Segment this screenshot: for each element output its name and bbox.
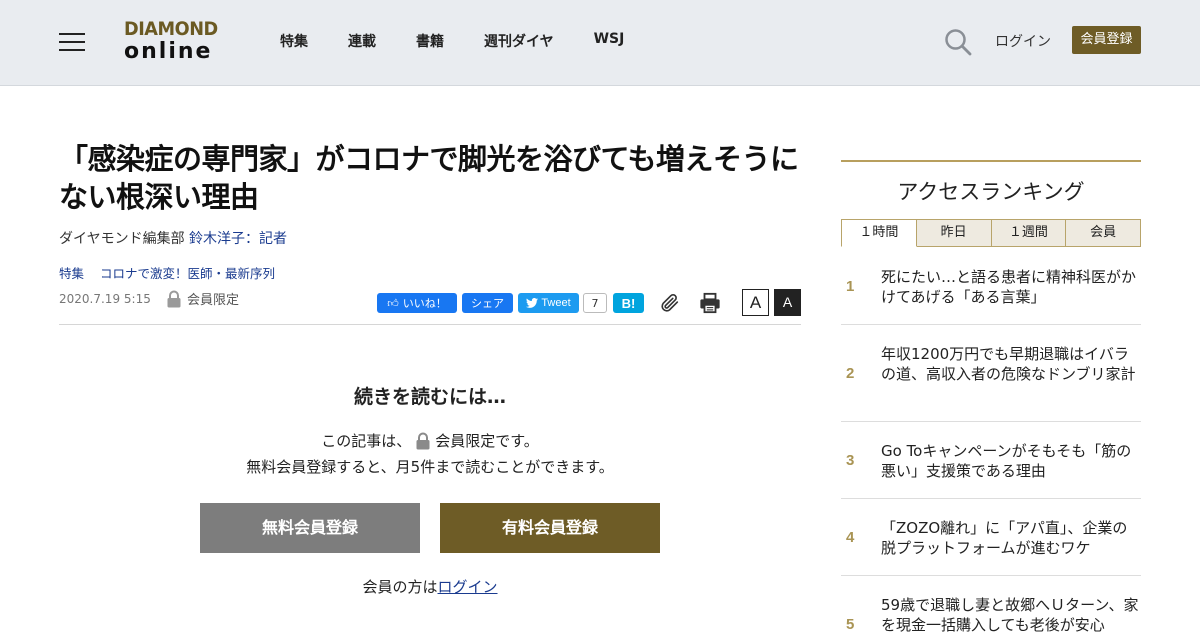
free-register-button[interactable]: 無料会員登録 xyxy=(200,503,420,553)
rank-headline[interactable]: 死にたい…と語る患者に精神科医がかけてあげる「ある言葉」 xyxy=(881,267,1141,324)
member-login-prefix: 会員の方は xyxy=(362,578,438,596)
rank-number: 1 xyxy=(846,278,855,295)
search-icon[interactable] xyxy=(944,28,972,56)
tweet-button[interactable]: Tweet xyxy=(518,293,579,313)
ranking-tabs: １時間 昨日 １週間 会員 xyxy=(841,219,1141,247)
ranking-tab-hour[interactable]: １時間 xyxy=(841,219,917,247)
twitter-bird-icon xyxy=(526,298,539,308)
rank-number: 4 xyxy=(846,529,855,546)
ranking-tab-week[interactable]: １週間 xyxy=(991,219,1067,247)
tag-series[interactable]: コロナで激変！医師・最新序列 xyxy=(100,266,275,281)
facebook-share-button[interactable]: シェア xyxy=(462,293,513,313)
lock-icon xyxy=(416,432,430,449)
tag-list: 特集 コロナで激変！医師・最新序列 xyxy=(59,263,287,282)
ranking-item[interactable]: 3 Go Toキャンペーンがそもそも「筋の悪い」支援策である理由 xyxy=(841,422,1141,499)
ranking-tab-yesterday[interactable]: 昨日 xyxy=(916,219,992,247)
site-logo[interactable]: DIAMOND online xyxy=(124,20,226,66)
author-link[interactable]: 鈴木洋子：記者 xyxy=(189,231,287,247)
like-label: いいね！ xyxy=(402,298,447,310)
byline-department: ダイヤモンド編集部 xyxy=(59,231,190,247)
tag-tokushu[interactable]: 特集 xyxy=(59,266,84,281)
nav-item-weekly[interactable]: 週刊ダイヤ xyxy=(484,31,554,51)
publish-date: 2020.7.19 5:15 xyxy=(59,292,151,306)
ranking-item[interactable]: 5 59歳で退職し妻と故郷へＵターン、家を現金一括購入しても老後が安心 xyxy=(841,576,1141,636)
divider xyxy=(59,324,801,325)
clip-icon[interactable] xyxy=(659,292,681,314)
paywall-message: この記事は、 会員限定です。 xyxy=(59,430,801,451)
ranking-top-rule xyxy=(841,160,1141,162)
nav-item-rensai[interactable]: 連載 xyxy=(348,31,376,51)
tweet-count: 7 xyxy=(583,293,607,313)
paywall-message-prefix: この記事は、 xyxy=(321,432,412,450)
main-nav: 特集 連載 書籍 週刊ダイヤ WSJ xyxy=(280,31,664,51)
ranking-item[interactable]: 1 死にたい…と語る患者に精神科医がかけてあげる「ある言葉」 xyxy=(841,247,1141,325)
paywall-message-suffix: 会員限定です。 xyxy=(435,432,539,450)
ranking-item[interactable]: 4 「ZOZO離れ」に「アパ直」、企業の脱プラットフォームが進むワケ xyxy=(841,499,1141,576)
rank-number: 2 xyxy=(846,365,855,382)
site-header: DIAMOND online 特集 連載 書籍 週刊ダイヤ WSJ ログイン 会… xyxy=(0,0,1200,86)
members-only-label: 会員限定 xyxy=(187,293,240,308)
rank-headline[interactable]: 年収1200万円でも早期退職はイバラの道、高収入者の危険なドンブリ家計 xyxy=(881,344,1141,421)
register-button[interactable]: 会員登録 xyxy=(1072,26,1141,54)
hatena-bookmark-button[interactable]: B! xyxy=(613,293,644,313)
member-login-link[interactable]: ログイン xyxy=(438,578,498,596)
menu-icon[interactable] xyxy=(59,32,85,52)
lock-icon xyxy=(167,290,181,307)
nav-item-shoseki[interactable]: 書籍 xyxy=(416,31,444,51)
login-link[interactable]: ログイン xyxy=(995,31,1051,51)
members-only-badge: 会員限定 xyxy=(166,289,239,308)
ranking-list: 1 死にたい…と語る患者に精神科医がかけてあげる「ある言葉」 2 年収1200万… xyxy=(841,247,1141,636)
logo-top: DIAMOND xyxy=(124,18,218,40)
paid-register-button[interactable]: 有料会員登録 xyxy=(440,503,660,553)
rank-headline[interactable]: 「ZOZO離れ」に「アパ直」、企業の脱プラットフォームが進むワケ xyxy=(881,518,1141,575)
print-icon[interactable] xyxy=(699,292,721,314)
font-size-large-button[interactable]: A xyxy=(774,289,801,316)
ranking-tab-members[interactable]: 会員 xyxy=(1066,219,1141,247)
logo-bottom: online xyxy=(124,39,213,64)
member-login-line: 会員の方はログイン xyxy=(59,576,801,597)
font-size-small-button[interactable]: A xyxy=(742,289,769,316)
tweet-label: Tweet xyxy=(541,297,571,309)
ranking-title: アクセスランキング xyxy=(897,180,1085,204)
article-title: 「感染症の専門家」がコロナで脚光を浴びても増えそうにない根深い理由 xyxy=(59,142,799,214)
byline: ダイヤモンド編集部 鈴木洋子：記者 xyxy=(59,228,287,248)
rank-headline[interactable]: Go Toキャンペーンがそもそも「筋の悪い」支援策である理由 xyxy=(881,441,1141,498)
facebook-like-button[interactable]: 👍︎ いいね！ xyxy=(377,293,457,313)
thumbs-up-icon: 👍︎ xyxy=(387,297,399,310)
rank-number: 3 xyxy=(846,452,855,469)
nav-item-wsj[interactable]: WSJ xyxy=(594,31,625,51)
paywall-title: 続きを読むには… xyxy=(353,386,506,408)
nav-item-tokushu[interactable]: 特集 xyxy=(280,31,308,51)
paywall-free-info: 無料会員登録すると、月5件まで読むことができます。 xyxy=(246,458,614,476)
share-bar: 👍︎ いいね！ シェア Tweet 7 B! xyxy=(377,290,644,316)
ranking-item[interactable]: 2 年収1200万円でも早期退職はイバラの道、高収入者の危険なドンブリ家計 xyxy=(841,325,1141,422)
